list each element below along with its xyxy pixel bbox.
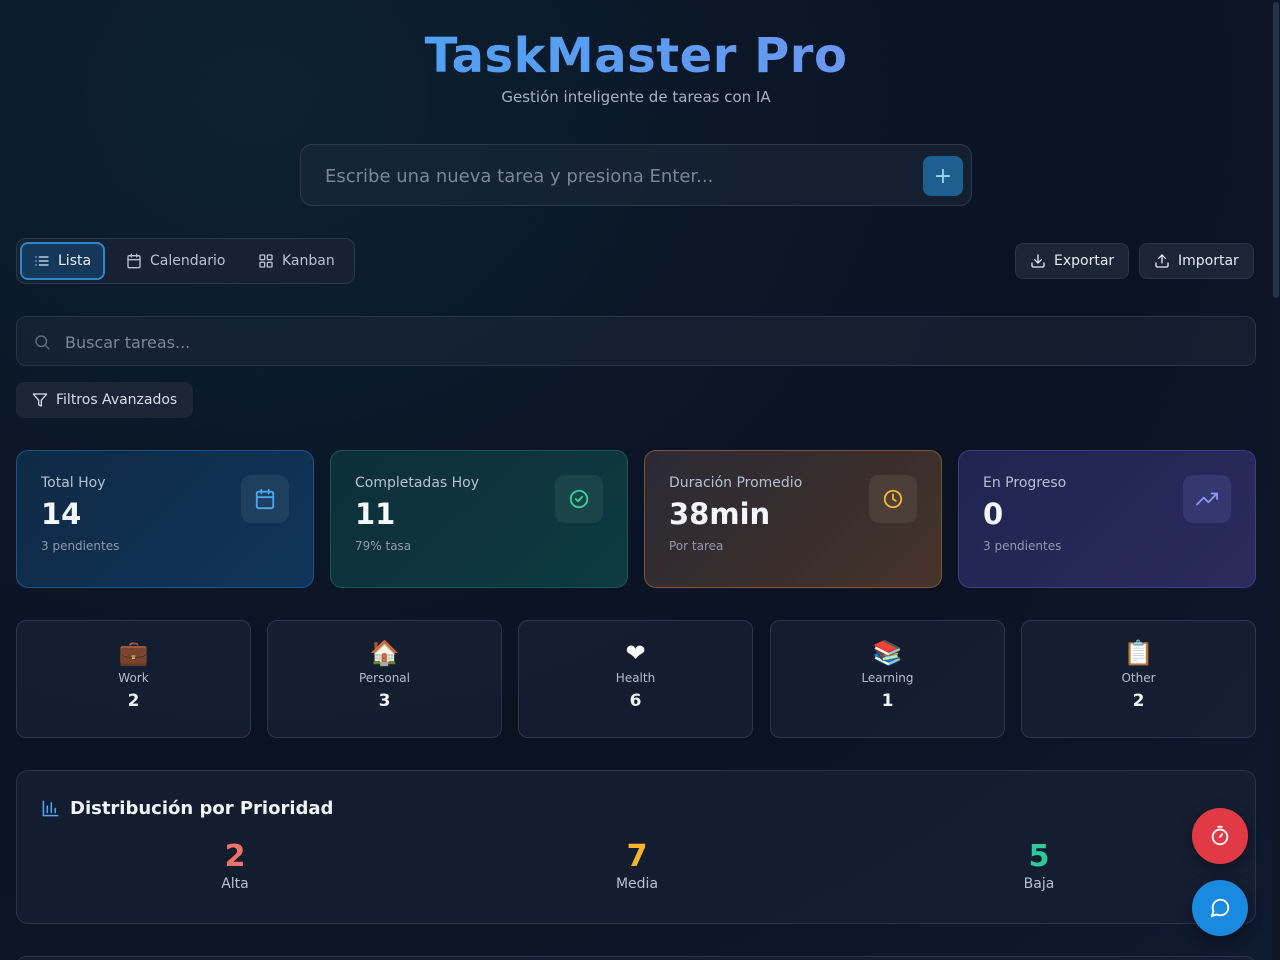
view-list-label: Lista [58,253,92,269]
stat-card-in-progress: En Progreso 0 3 pendientes [958,450,1256,588]
calendar-icon [255,488,275,510]
page-scrollbar[interactable] [1272,0,1280,960]
plus-icon: + [933,163,953,189]
view-toggle: Lista Calendario Kanban [16,238,355,284]
calendar-icon [127,253,141,269]
category-card-personal[interactable]: 🏠 Personal 3 [267,620,502,738]
bar-chart-icon [42,800,59,817]
stat-card-total-today: Total Hoy 14 3 pendientes [16,450,314,588]
import-button[interactable]: Importar [1139,243,1254,279]
priority-title: Distribución por Prioridad [41,798,333,819]
advanced-filters-label: Filtros Avanzados [56,392,178,408]
category-card-health[interactable]: ❤ Health 6 [518,620,753,738]
scrollbar-thumb[interactable] [1273,2,1279,298]
chat-fab-button[interactable] [1192,880,1248,936]
priority-low-label: Baja [1023,876,1055,892]
view-list-button[interactable]: Lista [20,242,106,280]
category-card-other[interactable]: 📋 Other 2 [1021,620,1256,738]
chat-bubble-icon [1210,898,1230,918]
priority-medium-label: Media [615,876,659,892]
priority-title-text: Distribución por Prioridad [70,798,334,819]
house-icon: 🏠 [369,639,400,667]
upload-icon [1155,254,1169,268]
search-input[interactable] [65,330,1225,354]
view-calendar-label: Calendario [150,253,226,269]
import-label: Importar [1178,253,1239,269]
app-subtitle: Gestión inteligente de tareas con IA [501,88,771,106]
stat-icon-box [869,475,917,523]
stat-icon-box [241,475,289,523]
category-name: Work [118,671,149,685]
clipboard-icon: 📋 [1123,639,1154,667]
heart-icon: ❤ [625,639,646,667]
priority-medium-value: 7 [626,839,648,874]
new-task-box: + [300,144,972,206]
view-kanban-button[interactable]: Kanban [246,242,347,280]
view-calendar-button[interactable]: Calendario [114,242,237,280]
books-icon: 📚 [872,639,903,667]
search-box [16,316,1256,366]
list-icon [35,256,49,266]
filter-icon [32,393,48,407]
download-icon [1031,254,1045,268]
priority-high-value: 2 [224,839,246,874]
category-count: 6 [629,691,642,711]
add-task-button[interactable]: + [923,156,963,196]
category-count: 3 [378,691,391,711]
view-kanban-label: Kanban [282,253,335,269]
priority-low-value: 5 [1028,839,1050,874]
priority-low: 5 Baja [939,839,1139,892]
kanban-icon [259,254,273,268]
category-card-learning[interactable]: 📚 Learning 1 [770,620,1005,738]
stat-sub: Por tarea [669,539,724,553]
stat-card-completed-today: Completadas Hoy 11 79% tasa [330,450,628,588]
next-panel-edge [16,956,1256,960]
timer-fab-button[interactable] [1192,808,1248,864]
briefcase-icon: 💼 [118,639,149,667]
trending-up-icon [1196,492,1218,506]
priority-high-label: Alta [221,876,249,892]
new-task-input[interactable] [325,163,905,189]
category-count: 2 [127,691,140,711]
priority-medium: 7 Media [537,839,737,892]
timer-icon [1211,825,1229,846]
advanced-filters-button[interactable]: Filtros Avanzados [16,382,194,418]
stat-sub: 3 pendientes [983,539,1062,553]
category-card-work[interactable]: 💼 Work 2 [16,620,251,738]
stat-icon-box [555,475,603,523]
category-name: Personal [358,671,410,685]
stat-card-avg-duration: Duración Promedio 38min Por tarea [644,450,942,588]
export-button[interactable]: Exportar [1015,243,1130,279]
priority-high: 2 Alta [135,839,335,892]
clock-icon [883,489,903,509]
check-circle-icon [569,489,589,509]
stat-sub: 79% tasa [355,539,412,553]
priority-distribution-panel: Distribución por Prioridad 2 Alta 7 Medi… [16,770,1256,924]
header: TaskMaster Pro Gestión inteligente de ta… [0,28,1272,106]
category-count: 2 [1132,691,1145,711]
category-name: Other [1121,671,1156,685]
stat-sub: 3 pendientes [41,539,120,553]
category-name: Health [615,671,656,685]
app-title: TaskMaster Pro [0,28,1272,84]
category-count: 1 [881,691,894,711]
category-name: Learning [861,671,914,685]
stat-icon-box [1183,475,1231,523]
export-label: Exportar [1054,253,1115,269]
search-icon [35,335,50,350]
